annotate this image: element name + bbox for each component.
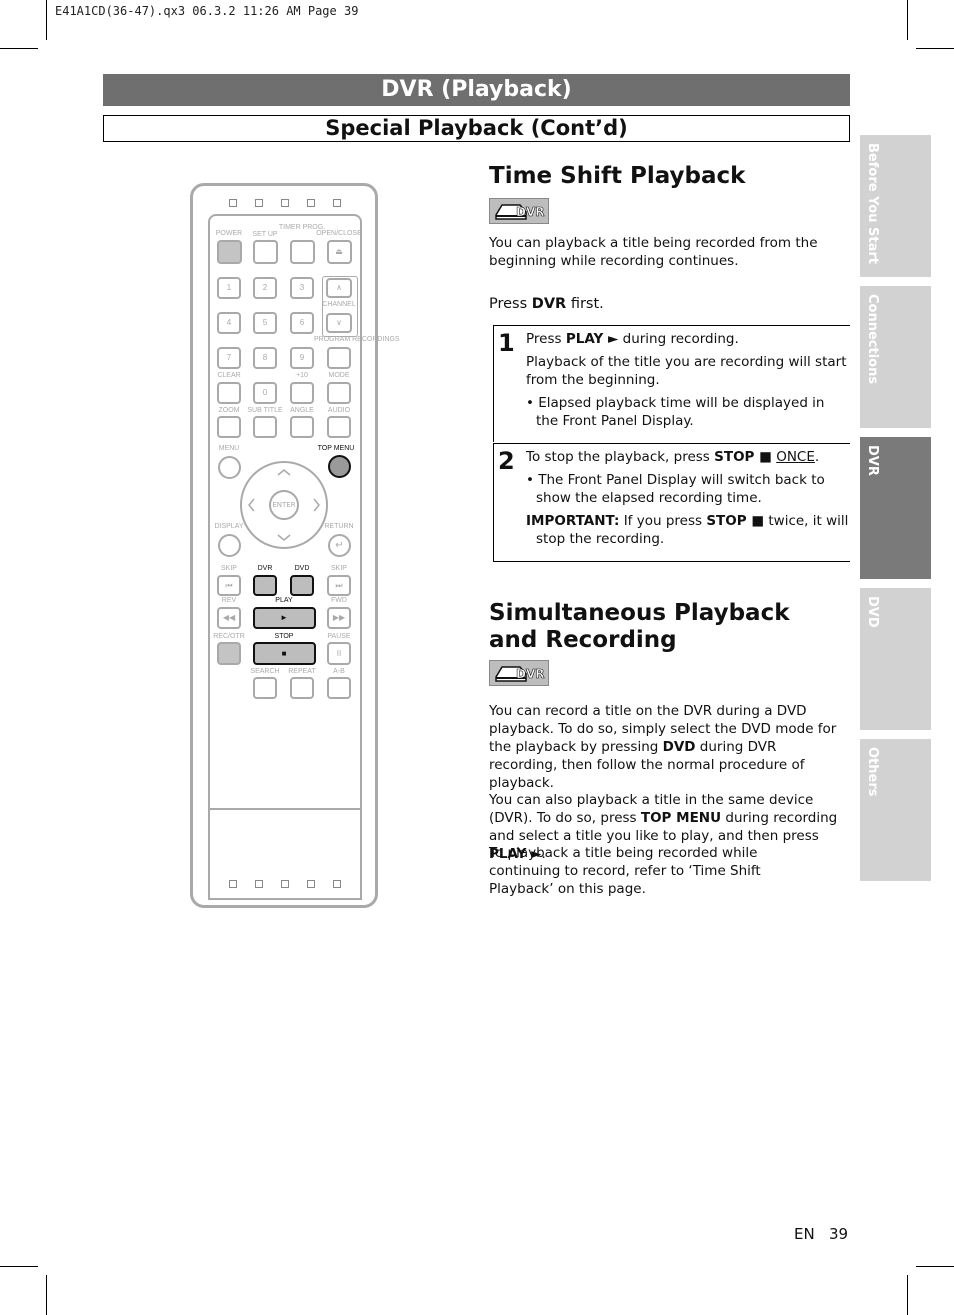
skip-back-button: ⏮ [217,575,241,596]
angle-button [290,416,314,438]
number-1-button: 1 [217,277,241,299]
remote-label: OPEN/CLOSE [316,230,362,237]
dvr-button [253,575,277,596]
display-button [218,534,241,557]
remote-label: MODE [328,372,350,379]
side-tab-dvd: DVD [860,588,931,730]
remote-label: REC/OTR [213,633,245,640]
side-tab-dvr: DVR [860,437,931,579]
number-3-button: 3 [290,277,314,299]
indicator-dot [255,880,263,888]
remote-label: PROGRAM RECORDINGS [314,336,400,343]
top-menu-button [328,455,351,478]
a-b-button [327,677,351,699]
side-tab-label: DVR [865,445,880,476]
side-tab-label: Connections [865,294,880,385]
number-9-button: 9 [290,347,314,369]
press-dvr-first: Press DVR first. [489,296,604,312]
number-4-button: 4 [217,312,241,334]
remote-label: CHANNEL [322,301,356,308]
number-2-button: 2 [253,277,277,299]
simultaneous-heading: Simultaneous Playback and Recording [489,600,790,653]
remote-label: FWD [331,597,347,604]
audio-button [327,416,351,438]
print-slug: E41A1CD(36-47).qx3 06.3.2 11:26 AM Page … [55,4,359,18]
indicator-dot [307,199,315,207]
dvd-button [290,575,314,596]
section-subtitle: Special Playback (Cont’d) [103,115,850,142]
time-shift-heading: Time Shift Playback [489,163,746,189]
timer-prog-button [289,240,315,264]
time-shift-intro: You can playback a title being recorded … [489,235,818,269]
side-tab-others: Others [860,739,931,881]
program-recordings-button [327,347,351,369]
remote-label: PLAY [275,597,293,604]
remote-control-illustration: POWER SET UP TIMER PROG. OPEN/CLOSE ⏏ 1 2 3 ∧ CHA… [190,183,400,908]
open-close-button: ⏏ [326,240,352,264]
setup-button [252,240,278,264]
indicator-dot [307,880,315,888]
skip-forward-button: ⏭ [327,575,351,596]
number-5-button: 5 [253,312,277,334]
remote-label: CLEAR [217,372,241,379]
return-button: ↵ [328,534,351,557]
dvr-badge: DVR [489,198,549,224]
number-6-button: 6 [290,312,314,334]
page-footer: EN 39 [794,1225,849,1243]
remote-label: REV [221,597,237,604]
number-7-button: 7 [217,347,241,369]
pause-button: II [327,642,351,665]
step-1: Press PLAY ► during recording. Playback … [526,331,847,429]
simultaneous-para-1: You can record a title on the DVR during… [489,703,837,791]
indicator-dot [229,199,237,207]
play-button: ► [252,607,316,629]
number-8-button: 8 [253,347,277,369]
step-number: 1 [498,329,515,357]
step-2: To stop the playback, press STOP ■ ONCE.… [526,449,849,547]
repeat-button [290,677,314,699]
remote-label: PAUSE [327,633,351,640]
side-tab-label: Others [865,747,880,797]
indicator-dot [281,199,289,207]
indicator-dot [255,199,263,207]
menu-button [218,456,241,479]
rev-button: ◀◀ [217,607,241,629]
search-button [253,677,277,699]
side-tab-label: DVD [865,596,880,628]
side-tab-connections: Connections [860,286,931,428]
subtitle-button [253,416,277,438]
mode-button [327,382,351,404]
fwd-button: ▶▶ [327,607,351,629]
number-0-button: 0 [253,382,277,404]
clear-button [217,382,241,404]
stop-button: ■ [252,642,316,665]
indicator-dot [229,880,237,888]
manual-page: E41A1CD(36-47).qx3 06.3.2 11:26 AM Page … [0,0,954,1315]
dvr-badge: DVR [489,660,549,686]
navigation-arrows-icon [248,469,320,541]
remote-label: STOP [274,633,294,640]
side-tab-before-you-start: Before You Start [860,135,931,277]
channel-up-button: ∧ [326,278,352,298]
remote-label: TOP MENU [317,445,355,452]
simultaneous-para-3: To playback a title being recorded while… [489,845,761,897]
indicator-dot [333,199,341,207]
remote-label: A-B [333,668,345,675]
indicator-dot [281,880,289,888]
channel-down-button: ∨ [326,313,352,333]
indicator-dot [333,880,341,888]
rec-otr-button [217,642,241,665]
power-button [216,240,242,264]
section-header: DVR (Playback) [103,74,850,106]
plus10-button [290,382,314,404]
side-tab-label: Before You Start [865,143,880,264]
remote-label: AUDIO [327,407,351,414]
zoom-button [217,416,241,438]
remote-label: SKIP [331,565,347,572]
remote-label: MENU [218,445,240,452]
step-number: 2 [498,447,515,475]
remote-label: SET UP [252,231,278,238]
